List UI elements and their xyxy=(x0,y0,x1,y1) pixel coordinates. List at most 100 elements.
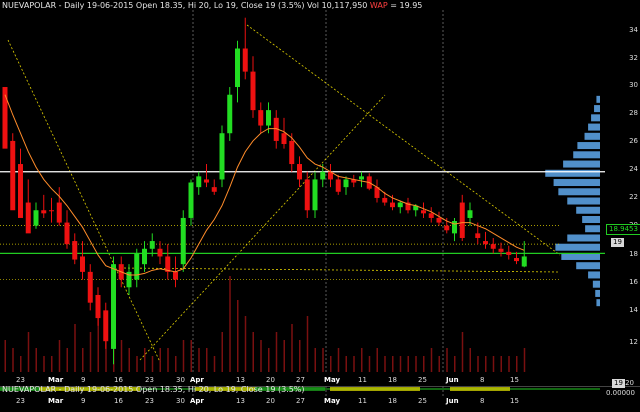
candle-body xyxy=(459,202,465,238)
volume-bar xyxy=(399,356,402,372)
y-tick: 34 xyxy=(629,26,638,34)
volume-bar xyxy=(229,276,231,372)
x-tick: 16 xyxy=(114,397,123,405)
candle-body xyxy=(390,202,395,208)
volume-bar xyxy=(120,340,123,372)
y-tick: 28 xyxy=(629,109,638,117)
volume-bar xyxy=(430,348,433,372)
candle-body xyxy=(157,248,163,257)
volume-profile-bar xyxy=(588,271,600,279)
quote-summary: - Daily 19-06-2015 Open 18.35, Hi 20, Lo… xyxy=(58,1,368,10)
candle-body xyxy=(436,217,442,223)
candle-body xyxy=(219,133,225,180)
volume-bar xyxy=(291,324,293,372)
x-tick: 27 xyxy=(296,397,305,405)
volume-bar xyxy=(500,356,502,372)
volume-bar xyxy=(221,332,223,372)
volume-bar xyxy=(314,348,316,372)
wap-label: WAP xyxy=(369,1,388,10)
volume-profile-bar xyxy=(555,243,600,251)
trend-line xyxy=(7,39,161,363)
candle-body xyxy=(80,256,85,272)
candle-body xyxy=(10,140,16,211)
candle-body xyxy=(297,164,302,180)
volume-bar xyxy=(175,356,177,372)
volume-profile-bar xyxy=(576,262,600,270)
x-tick: 13 xyxy=(236,397,245,405)
volume-bar xyxy=(446,348,448,372)
candle-body xyxy=(33,210,39,226)
y-tick: 14 xyxy=(629,306,638,314)
volume-bar xyxy=(384,356,386,372)
volume-bar xyxy=(330,356,332,372)
volume-bar xyxy=(454,356,456,372)
volume-bar xyxy=(20,356,22,372)
x-tick: 8 xyxy=(480,376,485,384)
volume-bar xyxy=(423,356,425,372)
volume-bar xyxy=(237,300,239,372)
indicator-summary: - Daily 19-06-2015 Open 18.35, Hi 20, Lo… xyxy=(58,385,305,394)
volume-profile-bar xyxy=(563,160,600,168)
volume-bar xyxy=(66,348,68,372)
volume-bar xyxy=(508,356,510,372)
volume-bar xyxy=(167,348,169,372)
volume-bar xyxy=(35,348,37,372)
candle-body xyxy=(250,71,256,111)
x-tick: 30 xyxy=(176,376,185,384)
candle-body xyxy=(41,210,47,214)
candle-body xyxy=(188,182,194,218)
candle-body xyxy=(211,187,217,192)
candle-body xyxy=(18,164,23,218)
candle-body xyxy=(242,48,248,72)
volume-bar xyxy=(376,348,378,372)
candle-body xyxy=(312,179,318,211)
price-chart[interactable] xyxy=(0,0,640,386)
volume-bar xyxy=(337,348,340,372)
candle-body xyxy=(49,210,54,212)
candle-body xyxy=(103,310,109,342)
volume-bar xyxy=(469,348,471,372)
volume-bar xyxy=(43,356,45,372)
candle-body xyxy=(421,210,426,214)
x-tick: 13 xyxy=(236,376,245,384)
candle-body xyxy=(56,202,62,223)
volume-profile-bar xyxy=(567,234,600,242)
price-chart-header: NUEVAPOLAR - Daily 19-06-2015 Open 18.35… xyxy=(2,1,422,11)
candle-body xyxy=(2,87,8,149)
volume-bar xyxy=(361,348,363,372)
candle-body xyxy=(180,217,186,265)
candle-body xyxy=(266,110,271,126)
volume-bar xyxy=(283,340,285,372)
price-chart-panel[interactable]: NUEVAPOLAR - Daily 19-06-2015 Open 18.35… xyxy=(0,0,640,386)
volume-bar xyxy=(159,348,161,372)
x-tick: 27 xyxy=(296,376,305,384)
candle-body xyxy=(343,179,349,188)
x-tick: 9 xyxy=(81,397,86,405)
indicator-panel[interactable]: NUEVAPOLAR - Daily 19-06-2015 Open 18.35… xyxy=(0,379,640,412)
candle-body xyxy=(289,140,295,165)
indicator-band xyxy=(330,387,420,391)
x-tick: 25 xyxy=(418,376,427,384)
x-tick: 23 xyxy=(16,376,25,384)
x-tick: 16 xyxy=(114,376,123,384)
candle-body xyxy=(467,210,473,218)
volume-bar xyxy=(136,356,138,372)
candle-body xyxy=(506,251,512,255)
volume-profile-bar xyxy=(594,105,600,113)
price-y-axis[interactable]: 34 32 30 28 26 24 22 20 18 16 14 12 xyxy=(624,0,640,386)
volume-bar xyxy=(275,332,278,372)
candle-body xyxy=(335,179,341,192)
volume-bar xyxy=(206,348,208,372)
volume-profile-bar xyxy=(567,197,600,205)
volume-bar xyxy=(27,332,30,372)
volume-bar xyxy=(190,340,192,372)
volume-profile-bar xyxy=(591,114,600,122)
candle-body xyxy=(320,171,326,180)
x-tick: 18 xyxy=(388,376,397,384)
volume-bar xyxy=(12,348,14,372)
candle-body xyxy=(149,241,155,249)
candle-body xyxy=(64,222,70,245)
x-tick: 11 xyxy=(358,376,367,384)
volume-profile-bar xyxy=(592,280,600,288)
candle-body xyxy=(498,248,504,252)
